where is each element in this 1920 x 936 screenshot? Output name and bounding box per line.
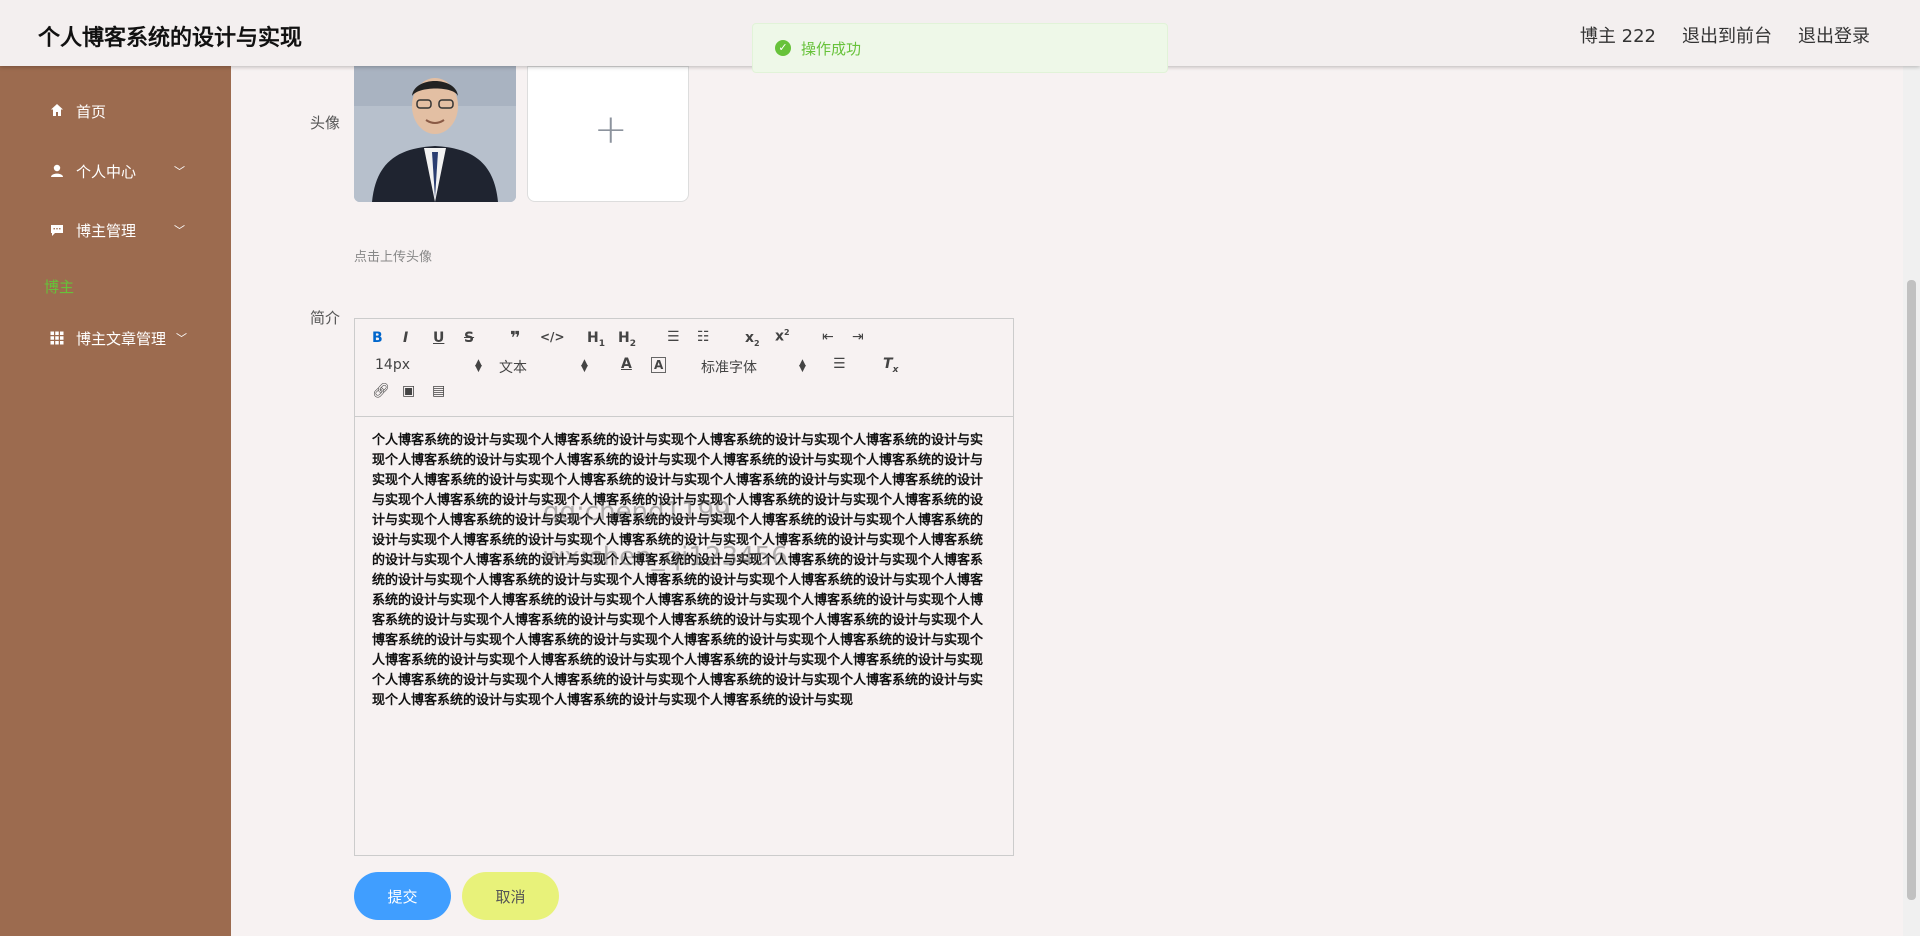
link-icon[interactable]: 🔗︎: [372, 383, 390, 399]
sidebar-item-label: 个人中心: [76, 162, 137, 181]
exit-to-front-link[interactable]: 退出到前台: [1682, 22, 1772, 48]
font-family-value: 标准字体: [701, 360, 757, 376]
ordered-list-icon[interactable]: ☰: [667, 329, 680, 345]
grid-icon: [50, 331, 64, 345]
code-block-icon[interactable]: </>: [540, 330, 565, 344]
editor-toolbar: B I U S ❞ </> H1 H2 ☰ ☷ x2 x2 ⇤ ⇥ 14px ▲…: [355, 319, 1013, 417]
italic-icon[interactable]: I: [403, 330, 408, 346]
rich-text-editor: B I U S ❞ </> H1 H2 ☰ ☷ x2 x2 ⇤ ⇥ 14px ▲…: [354, 318, 1014, 856]
select-arrows-icon: ▲ ▼: [475, 358, 482, 374]
bold-icon[interactable]: B: [372, 330, 383, 346]
current-user-link[interactable]: 博主 222: [1580, 22, 1656, 48]
align-icon[interactable]: ☰: [833, 356, 846, 372]
cancel-button[interactable]: 取消: [462, 872, 559, 920]
font-color-icon[interactable]: A: [621, 356, 632, 372]
bullet-list-icon[interactable]: ☷: [697, 329, 710, 345]
font-family-select[interactable]: 标准字体 ▲ ▼: [701, 357, 806, 377]
app-title: 个人博客系统的设计与实现: [38, 26, 303, 51]
toast-message: 操作成功: [801, 39, 862, 58]
plus-icon: +: [594, 107, 628, 153]
blockquote-icon[interactable]: ❞: [510, 328, 521, 349]
sidebar-subitem-blogger[interactable]: 博主: [44, 276, 74, 297]
avatar-upload-button[interactable]: +: [527, 66, 689, 202]
background-color-icon[interactable]: A: [651, 357, 667, 373]
sidebar-item-label: 博主管理: [76, 221, 137, 240]
chevron-down-icon: ﹀: [176, 332, 187, 345]
strikethrough-icon[interactable]: S: [464, 330, 474, 346]
sidebar-item-label: 首页: [76, 102, 107, 121]
header-select[interactable]: 文本 ▲ ▼: [499, 357, 589, 377]
underline-icon[interactable]: U: [433, 330, 444, 346]
font-size-value: 14px: [375, 357, 410, 373]
sidebar: 首页 个人中心 ﹀ 博主管理 ﹀ 博主 博主文章管理 ﹀: [0, 66, 231, 936]
submit-button[interactable]: 提交: [354, 872, 451, 920]
sidebar-item-label: 博主文章管理: [76, 329, 167, 348]
scrollbar-thumb[interactable]: [1907, 280, 1916, 900]
page-scrollbar[interactable]: [1903, 66, 1920, 936]
font-size-select[interactable]: 14px ▲ ▼: [375, 357, 482, 375]
header-nav: 博主 222 退出到前台 退出登录: [1580, 22, 1870, 48]
heading-1-icon[interactable]: H1: [587, 330, 605, 349]
check-circle-icon: ✓: [775, 40, 791, 56]
subscript-icon[interactable]: x2: [745, 330, 760, 348]
editor-content[interactable]: 个人博客系统的设计与实现个人博客系统的设计与实现个人博客系统的设计与实现个人博客…: [372, 431, 992, 711]
clear-format-icon[interactable]: Tx: [883, 356, 898, 375]
sidebar-item-personal-center[interactable]: 个人中心 ﹀: [0, 151, 231, 191]
chevron-down-icon: ﹀: [174, 224, 185, 237]
superscript-icon[interactable]: x2: [775, 328, 790, 345]
chat-icon: [51, 225, 63, 236]
select-arrows-icon: ▲ ▼: [581, 358, 588, 374]
intro-label: 简介: [310, 309, 341, 327]
outdent-icon[interactable]: ⇤: [822, 329, 834, 345]
success-toast: ✓ 操作成功: [752, 23, 1168, 73]
avatar-preview[interactable]: [354, 66, 516, 202]
indent-icon[interactable]: ⇥: [852, 329, 864, 345]
header-value: 文本: [499, 360, 527, 376]
heading-2-icon[interactable]: H2: [618, 330, 636, 349]
logout-link[interactable]: 退出登录: [1798, 22, 1870, 48]
sidebar-item-article-management[interactable]: 博主文章管理 ﹀: [0, 318, 231, 358]
image-icon[interactable]: ▣: [402, 383, 415, 399]
avatar-photo: [354, 66, 516, 202]
chevron-down-icon: ﹀: [174, 165, 185, 178]
upload-hint: 点击上传头像: [354, 250, 433, 265]
select-arrows-icon: ▲ ▼: [799, 358, 806, 374]
home-icon: [51, 104, 63, 116]
avatar-label: 头像: [310, 114, 341, 132]
video-icon[interactable]: ▤: [432, 383, 445, 399]
sidebar-item-blogger-management[interactable]: 博主管理 ﹀: [0, 210, 231, 250]
sidebar-item-home[interactable]: 首页: [0, 91, 231, 131]
user-icon: [51, 164, 63, 177]
